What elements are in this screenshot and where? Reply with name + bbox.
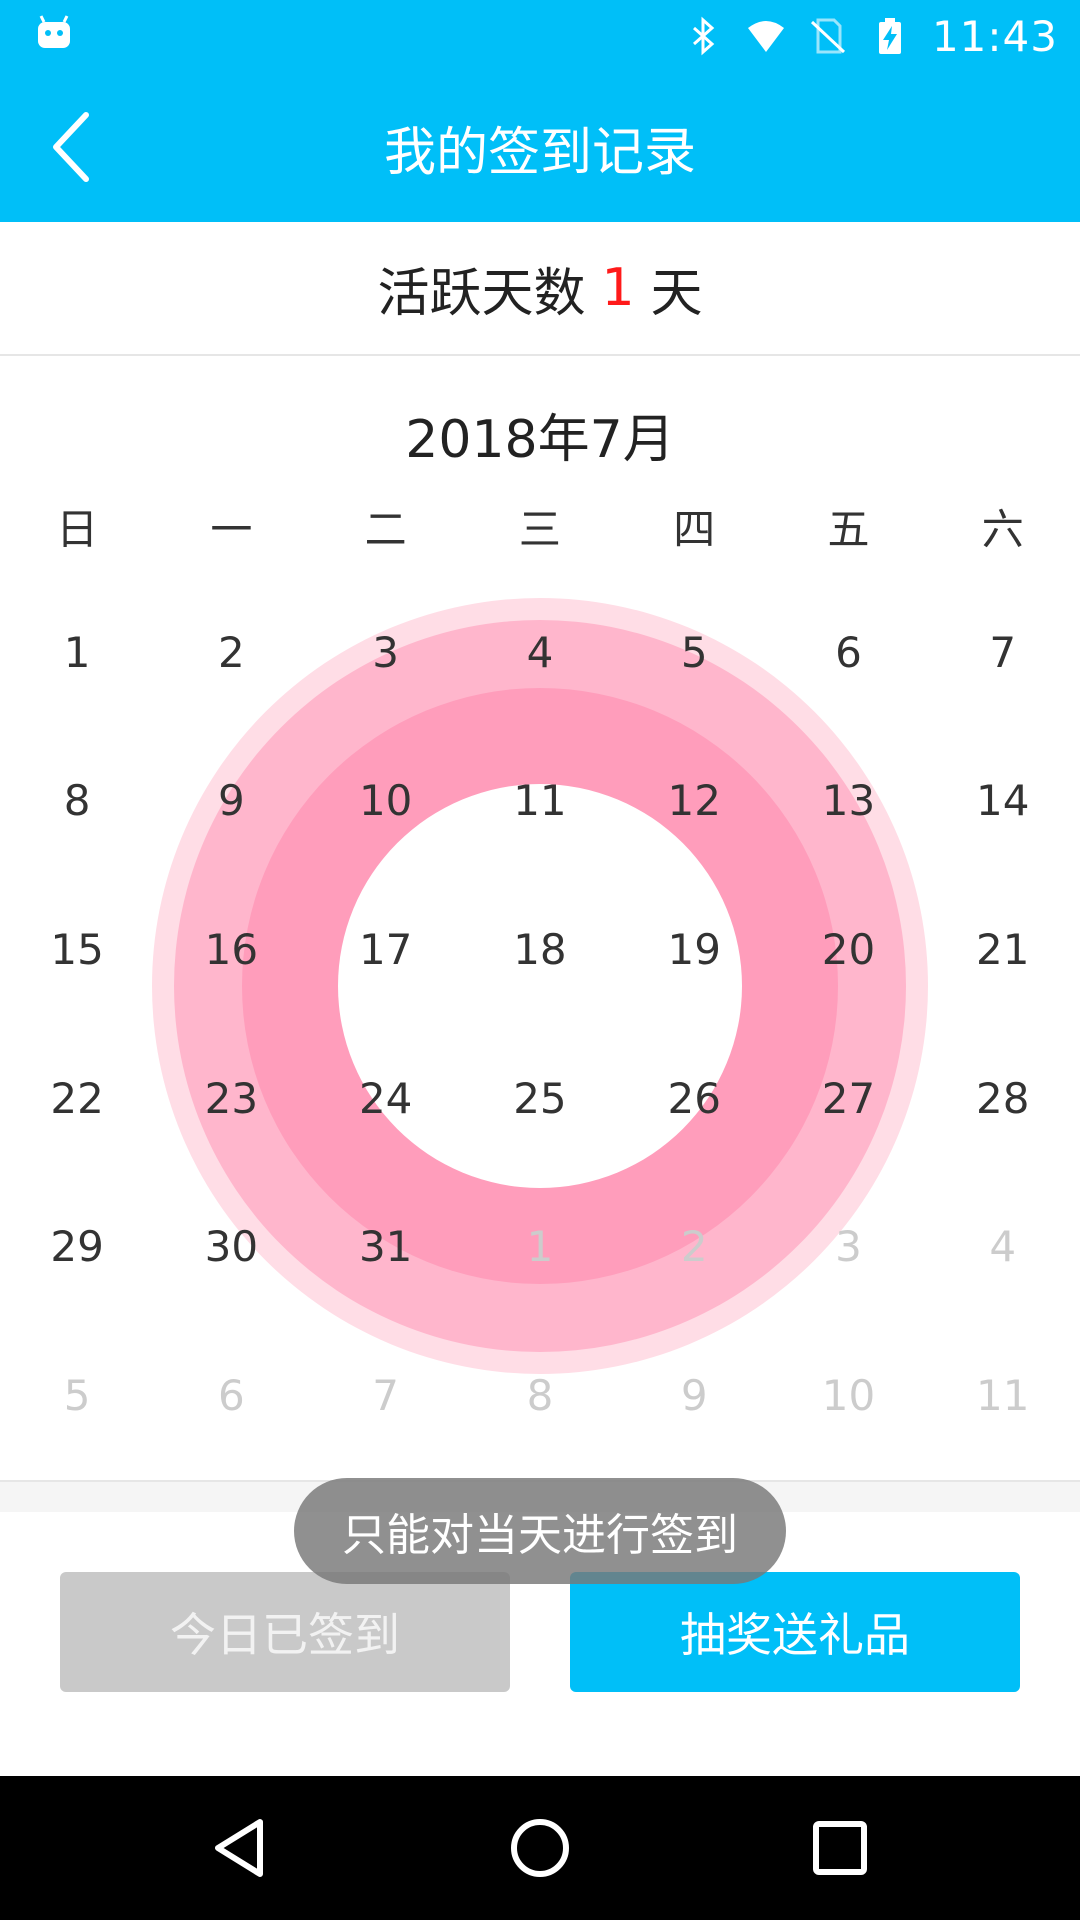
- status-bar: 11:43: [0, 0, 1080, 72]
- app-bar: 我的签到记录: [0, 72, 1080, 222]
- calendar-day[interactable]: 20: [771, 875, 925, 1024]
- calendar-day[interactable]: 22: [0, 1024, 154, 1173]
- calendar-day[interactable]: 8: [0, 727, 154, 876]
- weekday-mon: 一: [210, 504, 253, 554]
- checked-in-button[interactable]: 今日已签到: [60, 1572, 510, 1692]
- weekday-tue: 二: [364, 504, 407, 554]
- calendar-day[interactable]: 28: [926, 1024, 1080, 1173]
- calendar-day[interactable]: 23: [154, 1024, 308, 1173]
- wifi-icon: [747, 21, 784, 52]
- calendar-day[interactable]: 6: [771, 578, 925, 727]
- navigation-bar: [0, 1776, 1080, 1920]
- calendar-day[interactable]: 13: [771, 727, 925, 876]
- calendar-day[interactable]: 27: [771, 1024, 925, 1173]
- toast-message: 只能对当天进行签到: [294, 1478, 786, 1584]
- weekday-thu: 四: [673, 504, 716, 554]
- back-triangle-icon[interactable]: [200, 1808, 280, 1888]
- calendar-day[interactable]: 14: [926, 727, 1080, 876]
- calendar-day-other-month[interactable]: 5: [0, 1321, 154, 1470]
- recents-square-icon[interactable]: [800, 1808, 880, 1888]
- calendar-day[interactable]: 17: [309, 875, 463, 1024]
- calendar-day-other-month[interactable]: 8: [463, 1321, 617, 1470]
- calendar-day-other-month[interactable]: 3: [771, 1172, 925, 1321]
- calendar-day-other-month[interactable]: 2: [617, 1172, 771, 1321]
- calendar-day[interactable]: 29: [0, 1172, 154, 1321]
- calendar-day[interactable]: 30: [154, 1172, 308, 1321]
- page-title: 我的签到记录: [383, 122, 696, 183]
- calendar-day[interactable]: 5: [617, 578, 771, 727]
- calendar-day[interactable]: 16: [154, 875, 308, 1024]
- calendar: 2018年7月 日 一 二 三 四 五 六 1 2 3 4 5 6 7 8 9 10 11 12 13 1…: [0, 358, 1080, 1480]
- active-days-unit: 天: [650, 263, 703, 324]
- home-circle-icon[interactable]: [500, 1808, 580, 1888]
- weekday-sat: 六: [981, 504, 1024, 554]
- calendar-day[interactable]: 12: [617, 727, 771, 876]
- calendar-day[interactable]: 15: [0, 875, 154, 1024]
- weekday-header: 日 一 二 三 四 五 六: [0, 486, 1080, 566]
- calendar-day[interactable]: 10: [309, 727, 463, 876]
- calendar-day[interactable]: 21: [926, 875, 1080, 1024]
- calendar-day-other-month[interactable]: 4: [926, 1172, 1080, 1321]
- calendar-day[interactable]: 31: [309, 1172, 463, 1321]
- calendar-day-other-month[interactable]: 9: [617, 1321, 771, 1470]
- calendar-day[interactable]: 19: [617, 875, 771, 1024]
- calendar-day[interactable]: 9: [154, 727, 308, 876]
- days-grid: 1 2 3 4 5 6 7 8 9 10 11 12 13 14 15 16 17 18 19 20 21 22 23 24 2…: [0, 578, 1080, 1470]
- android-icon: [38, 15, 70, 48]
- calendar-day[interactable]: 24: [309, 1024, 463, 1173]
- calendar-day[interactable]: 7: [926, 578, 1080, 727]
- no-sim-icon: [810, 18, 845, 54]
- weekday-wed: 三: [518, 504, 561, 554]
- calendar-day[interactable]: 25: [463, 1024, 617, 1173]
- calendar-day-other-month[interactable]: 6: [154, 1321, 308, 1470]
- calendar-day-other-month[interactable]: 1: [463, 1172, 617, 1321]
- status-icons: 11:43: [684, 0, 1058, 72]
- weekday-sun: 日: [56, 504, 99, 554]
- calendar-day[interactable]: 11: [463, 727, 617, 876]
- status-time: 11:43: [931, 11, 1058, 61]
- calendar-day[interactable]: 1: [0, 578, 154, 727]
- calendar-day[interactable]: 26: [617, 1024, 771, 1173]
- calendar-day[interactable]: 4: [463, 578, 617, 727]
- bluetooth-icon: [692, 16, 715, 56]
- calendar-day[interactable]: 18: [463, 875, 617, 1024]
- calendar-day[interactable]: 2: [154, 578, 308, 727]
- weekday-fri: 五: [827, 504, 870, 554]
- calendar-day[interactable]: 3: [309, 578, 463, 727]
- active-days-count: 1: [601, 258, 635, 318]
- active-days-label: 活跃天数: [377, 263, 586, 324]
- calendar-day-other-month[interactable]: 7: [309, 1321, 463, 1470]
- calendar-day-other-month[interactable]: 10: [771, 1321, 925, 1470]
- calendar-day-other-month[interactable]: 11: [926, 1321, 1080, 1470]
- battery-charging-icon: [878, 18, 901, 54]
- lottery-button[interactable]: 抽奖送礼品: [570, 1572, 1020, 1692]
- month-title: 2018年7月: [405, 409, 675, 470]
- active-days-summary: 活跃天数 1 天: [0, 222, 1080, 356]
